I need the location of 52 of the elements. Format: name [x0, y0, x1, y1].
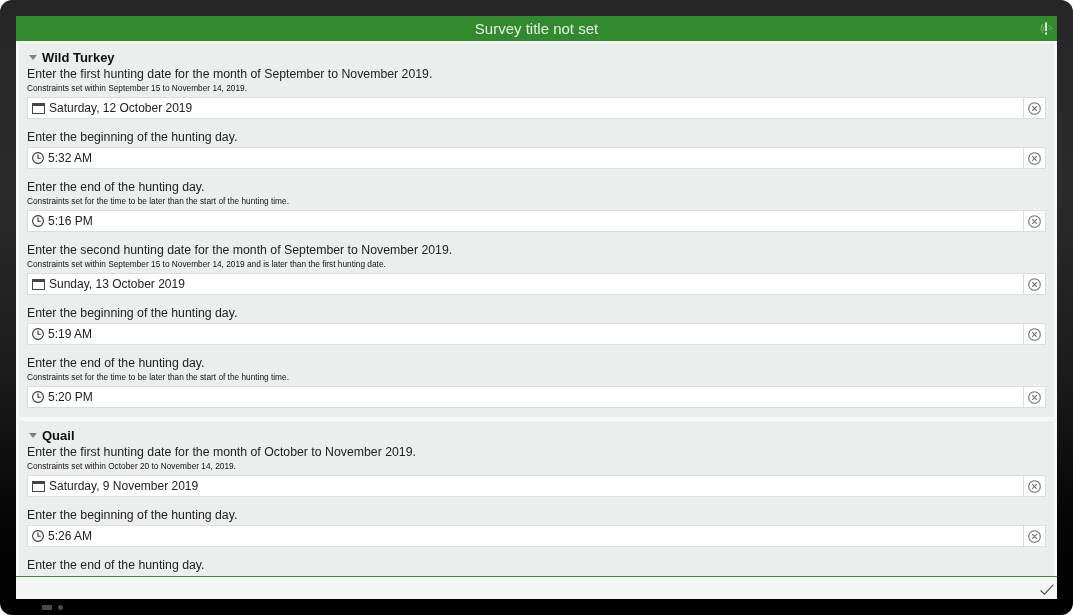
survey-title: Survey title not set: [474, 18, 599, 39]
date-field[interactable]: Saturday, 9 November 2019: [27, 475, 1023, 497]
calendar-icon: [32, 102, 45, 114]
clock-icon: [32, 215, 44, 227]
sensor-icon: [42, 604, 63, 610]
group-header[interactable]: Wild Turkey: [27, 48, 115, 66]
date-field[interactable]: Sunday, 13 October 2019: [27, 273, 1023, 295]
check-icon[interactable]: [1040, 584, 1054, 595]
clear-icon: [1028, 529, 1041, 543]
clock-icon: [32, 530, 44, 542]
clock-icon: [32, 391, 44, 403]
calendar-icon: [32, 278, 45, 290]
clear-icon: [1028, 101, 1041, 115]
signal-alert-icon: [1039, 22, 1053, 35]
question-label: Enter the end of the hunting day.: [27, 179, 206, 195]
clear-button[interactable]: [1023, 323, 1046, 345]
question-label: Enter the first hunting date for the month of October to November 2019.: [27, 444, 417, 460]
clear-button[interactable]: [1023, 273, 1046, 295]
constraint-hint: Constraints set for the time to be later than the start of the hunting time.: [27, 195, 290, 208]
constraint-hint: Constraints set within September 15 to November 14, 2019.: [27, 82, 248, 95]
time-field[interactable]: 5:32 AM: [27, 147, 1023, 169]
clear-button[interactable]: [1023, 386, 1046, 408]
date-field[interactable]: Saturday, 12 October 2019: [27, 97, 1023, 119]
question-label: Enter the end of the hunting day.: [27, 355, 206, 371]
clock-icon: [32, 152, 44, 164]
time-field[interactable]: 5:16 PM: [27, 210, 1023, 232]
time-field[interactable]: 5:19 AM: [27, 323, 1023, 345]
clear-icon: [1028, 327, 1041, 341]
clear-icon: [1028, 151, 1041, 165]
clear-button[interactable]: [1023, 210, 1046, 232]
question-label: Enter the beginning of the hunting day.: [27, 507, 239, 523]
group-header[interactable]: Quail: [27, 426, 75, 444]
constraint-hint: Constraints set within September 15 to November 14, 2019 and is later than the first hunting date.: [27, 258, 387, 271]
time-field[interactable]: 5:20 PM: [27, 386, 1023, 408]
clear-button[interactable]: [1023, 147, 1046, 169]
question-label: Enter the beginning of the hunting day.: [27, 129, 239, 145]
clear-icon: [1028, 214, 1041, 228]
question-label: Enter the first hunting date for the month of September to November 2019.: [27, 66, 434, 82]
question-label: Enter the beginning of the hunting day.: [27, 305, 239, 321]
clear-icon: [1028, 479, 1041, 493]
time-field[interactable]: 5:26 AM: [27, 525, 1023, 547]
clock-icon: [32, 328, 44, 340]
clear-button[interactable]: [1023, 525, 1046, 547]
constraint-hint: Constraints set within October 20 to November 14, 2019.: [27, 460, 237, 473]
clear-icon: [1028, 277, 1041, 291]
clear-icon: [1028, 390, 1041, 404]
question-label: Enter the end of the hunting day.: [27, 557, 206, 573]
clear-button[interactable]: [1023, 97, 1046, 119]
clear-button[interactable]: [1023, 475, 1046, 497]
calendar-icon: [32, 480, 45, 492]
question-label: Enter the second hunting date for the month of September to November 2019.: [27, 242, 454, 258]
constraint-hint: Constraints set for the time to be later than the start of the hunting time.: [27, 371, 290, 384]
